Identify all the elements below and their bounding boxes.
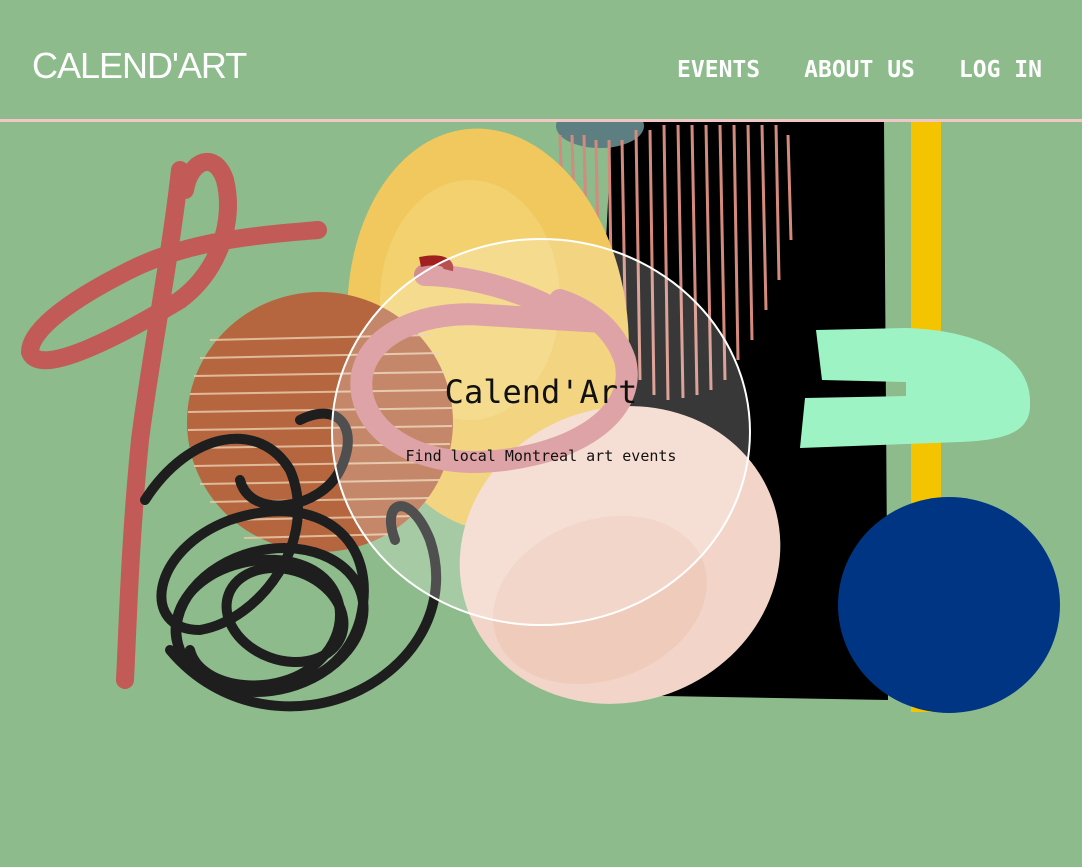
header-divider — [0, 119, 1082, 122]
hero-subtitle: Find local Montreal art events — [405, 447, 677, 465]
navy-circle-shape — [838, 497, 1060, 713]
logo-link[interactable]: CALEND'ART — [32, 46, 247, 86]
hero-title: Calend'Art — [444, 373, 638, 411]
page: CALEND'ART EVENTS ABOUT US LOG IN Calend… — [0, 0, 1082, 867]
site-header: CALEND'ART EVENTS ABOUT US LOG IN — [0, 0, 1082, 119]
nav-about-link[interactable]: ABOUT US — [804, 56, 915, 84]
hero-circle: Calend'Art Find local Montreal art event… — [331, 238, 751, 626]
main-nav: EVENTS ABOUT US LOG IN — [677, 56, 1042, 84]
nav-login-link[interactable]: LOG IN — [959, 56, 1042, 84]
nav-events-link[interactable]: EVENTS — [677, 56, 760, 84]
